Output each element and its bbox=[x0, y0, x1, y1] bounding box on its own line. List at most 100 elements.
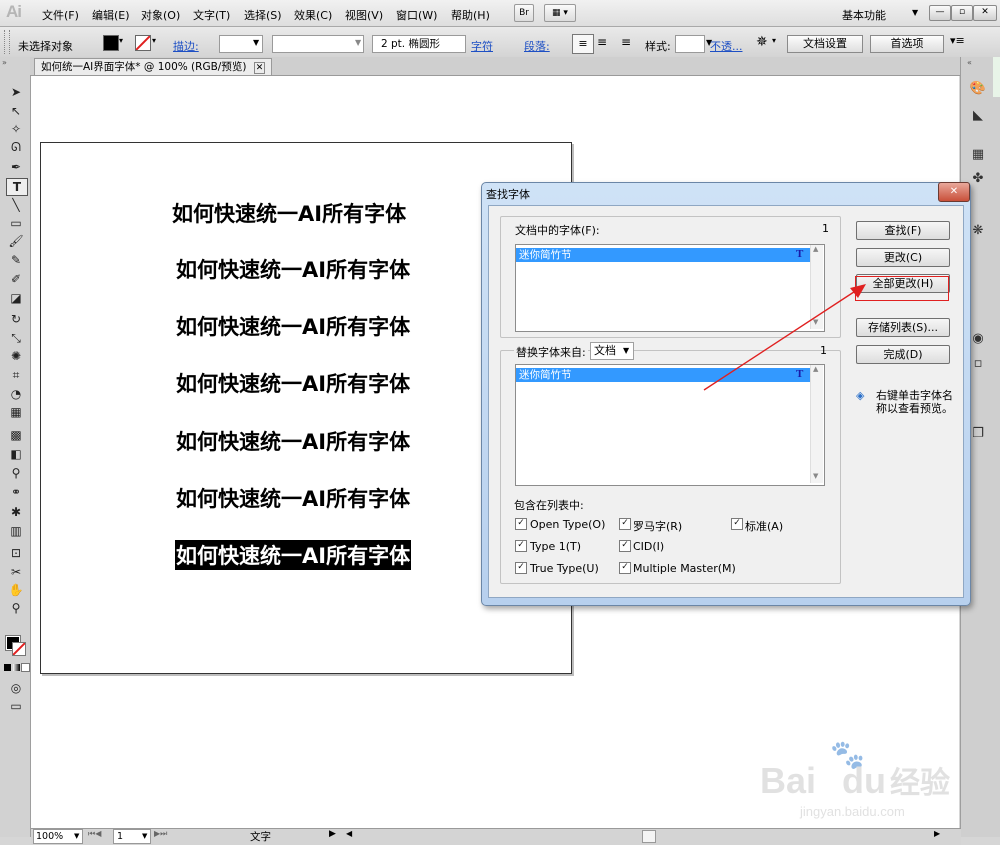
checkbox-true-type[interactable]: ✓ bbox=[515, 562, 527, 574]
eyedropper-tool-icon[interactable]: ⚲ bbox=[6, 465, 26, 481]
swatches-panel-icon[interactable]: ▦ bbox=[968, 146, 988, 164]
checkbox-standard[interactable]: ✓ bbox=[731, 518, 743, 530]
perspective-grid-tool-icon[interactable]: ▦ bbox=[6, 404, 26, 420]
save-list-button[interactable]: 存储列表(S)... bbox=[856, 318, 950, 337]
variable-width-field[interactable]: ▼ bbox=[272, 35, 364, 53]
minimize-button[interactable]: — bbox=[929, 5, 951, 21]
menu-edit[interactable]: 编辑(E) bbox=[92, 7, 130, 23]
hand-tool-icon[interactable]: ✋ bbox=[6, 582, 26, 598]
checkbox-label[interactable]: Open Type(O) bbox=[530, 518, 605, 531]
column-graph-tool-icon[interactable]: ▥ bbox=[6, 523, 26, 539]
horizontal-scroll-thumb[interactable] bbox=[642, 830, 656, 843]
workspace-switcher[interactable]: 基本功能 bbox=[842, 7, 886, 23]
type-tool-icon[interactable]: T bbox=[6, 178, 28, 196]
collapse-panel-icon[interactable]: » bbox=[2, 58, 7, 67]
none-mode-icon[interactable] bbox=[21, 663, 30, 672]
workspace-chevron-down-icon[interactable]: ▼ bbox=[912, 8, 918, 17]
rectangle-tool-icon[interactable]: ▭ bbox=[6, 215, 26, 231]
menu-help[interactable]: 帮助(H) bbox=[451, 7, 490, 23]
menu-window[interactable]: 窗口(W) bbox=[396, 7, 437, 23]
checkbox-label[interactable]: True Type(U) bbox=[530, 562, 599, 575]
checkbox-type1[interactable]: ✓ bbox=[515, 540, 527, 552]
free-transform-tool-icon[interactable]: ⌗ bbox=[6, 367, 26, 383]
graphic-styles-panel-icon[interactable]: ▫ bbox=[968, 355, 988, 373]
gradient-tool-icon[interactable]: ◧ bbox=[6, 446, 26, 462]
align-right-button[interactable]: ≡ bbox=[621, 35, 631, 49]
document-setup-button[interactable]: 文档设置 bbox=[787, 35, 863, 53]
bridge-button[interactable]: Br bbox=[514, 4, 534, 22]
artboard-tool-icon[interactable]: ⊡ bbox=[6, 545, 26, 561]
line-tool-icon[interactable]: ╲ bbox=[6, 197, 26, 213]
color-guide-panel-icon[interactable]: ◣ bbox=[968, 107, 988, 125]
artboard-text-line[interactable]: 如何快速统一AI所有字体 bbox=[172, 198, 406, 228]
expand-panels-icon[interactable]: « bbox=[967, 58, 972, 67]
replace-source-select[interactable]: 文档 ▼ bbox=[590, 342, 634, 360]
status-menu-icon[interactable]: ▶ bbox=[329, 829, 336, 839]
artboard-text-line[interactable]: 如何快速统一AI所有字体 bbox=[176, 483, 410, 513]
selected-text-line[interactable]: 如何快速统一AI所有字体 bbox=[175, 540, 412, 570]
artboard-text-line[interactable]: 如何快速统一AI所有字体 bbox=[176, 311, 410, 341]
artboard-text-line[interactable]: 如何快速统一AI所有字体 bbox=[176, 368, 410, 398]
paragraph-link[interactable]: 段落: bbox=[524, 38, 550, 54]
document-tab[interactable]: 如何统一AI界面字体* @ 100% (RGB/预览) ✕ bbox=[34, 58, 273, 75]
symbols-panel-icon[interactable]: ❋ bbox=[968, 222, 988, 240]
dialog-close-button[interactable]: ✕ bbox=[938, 182, 970, 202]
scale-tool-icon[interactable]: ⤡ bbox=[6, 330, 26, 346]
list-item[interactable]: 迷你简竹节 bbox=[516, 248, 811, 262]
close-tab-icon[interactable]: ✕ bbox=[253, 62, 266, 74]
find-button[interactable]: 查找(F) bbox=[856, 221, 950, 240]
blend-tool-icon[interactable]: ⚭ bbox=[6, 484, 26, 500]
align-center-button[interactable]: ≡ bbox=[597, 35, 607, 49]
color-mode-icon[interactable] bbox=[4, 664, 11, 671]
scroll-right-icon[interactable]: ▶ bbox=[934, 829, 940, 838]
artboard-text-line[interactable]: 如何快速统一AI所有字体 bbox=[176, 254, 410, 284]
checkbox-open-type[interactable]: ✓ bbox=[515, 518, 527, 530]
slice-tool-icon[interactable]: ✂ bbox=[6, 564, 26, 580]
stroke-label[interactable]: 描边: bbox=[173, 38, 199, 54]
stroke-swatch[interactable] bbox=[135, 35, 151, 51]
pen-tool-icon[interactable]: ✒ bbox=[6, 159, 26, 175]
direct-selection-tool-icon[interactable]: ↖ bbox=[6, 103, 26, 119]
checkbox-label[interactable]: 标准(A) bbox=[745, 518, 783, 534]
arrange-documents-button[interactable]: ▦ ▾ bbox=[544, 4, 576, 22]
scroll-down-icon[interactable]: ▼ bbox=[813, 472, 818, 480]
screen-mode-icon[interactable]: ▭ bbox=[6, 698, 26, 714]
scroll-left-icon[interactable]: ◀ bbox=[346, 829, 352, 838]
pencil-tool-icon[interactable]: ✎ bbox=[6, 252, 26, 268]
mesh-tool-icon[interactable]: ▩ bbox=[6, 427, 26, 443]
opacity-link[interactable]: 不透... bbox=[710, 38, 743, 54]
first-artboard-icon[interactable]: ⏮◀ bbox=[88, 829, 101, 839]
menu-effect[interactable]: 效果(C) bbox=[294, 7, 332, 23]
brush-definition-field[interactable]: 2 pt. 椭圆形 bbox=[372, 35, 466, 53]
shape-builder-tool-icon[interactable]: ◔ bbox=[6, 386, 26, 402]
menu-object[interactable]: 对象(O) bbox=[141, 7, 180, 23]
checkbox-roman[interactable]: ✓ bbox=[619, 518, 631, 530]
magic-wand-tool-icon[interactable]: ✧ bbox=[6, 121, 26, 137]
menu-view[interactable]: 视图(V) bbox=[345, 7, 383, 23]
gradient-mode-icon[interactable] bbox=[13, 664, 20, 671]
rotate-tool-icon[interactable]: ↻ bbox=[6, 311, 26, 327]
symbol-sprayer-tool-icon[interactable]: ✱ bbox=[6, 504, 26, 520]
fill-swatch[interactable] bbox=[103, 35, 119, 51]
lasso-tool-icon[interactable]: ᘏ bbox=[6, 139, 26, 155]
preferences-button[interactable]: 首选项 bbox=[870, 35, 944, 53]
checkbox-label[interactable]: 罗马字(R) bbox=[633, 518, 682, 534]
eraser-tool-icon[interactable]: ◪ bbox=[6, 290, 26, 306]
checkbox-multiple-master[interactable]: ✓ bbox=[619, 562, 631, 574]
menu-type[interactable]: 文字(T) bbox=[193, 7, 230, 23]
draw-mode-icon[interactable]: ◎ bbox=[6, 680, 26, 696]
done-button[interactable]: 完成(D) bbox=[856, 345, 950, 364]
close-window-button[interactable]: ✕ bbox=[973, 5, 997, 21]
stroke-dropdown-icon[interactable]: ▾ bbox=[152, 36, 156, 45]
checkbox-label[interactable]: CID(I) bbox=[633, 540, 664, 553]
color-panel-icon[interactable]: 🎨 bbox=[968, 80, 988, 98]
zoom-tool-icon[interactable]: ⚲ bbox=[6, 600, 26, 616]
brushes-panel-icon[interactable]: ✤ bbox=[968, 170, 988, 188]
warp-tool-icon[interactable]: ✺ bbox=[6, 348, 26, 364]
checkbox-cid[interactable]: ✓ bbox=[619, 540, 631, 552]
checkbox-label[interactable]: Multiple Master(M) bbox=[633, 562, 736, 575]
graphic-style-picker[interactable]: ▼ bbox=[675, 35, 712, 53]
artboard-number-field[interactable]: 1 ▼ bbox=[113, 829, 151, 844]
menu-select[interactable]: 选择(S) bbox=[244, 7, 282, 23]
checkbox-label[interactable]: Type 1(T) bbox=[530, 540, 581, 553]
